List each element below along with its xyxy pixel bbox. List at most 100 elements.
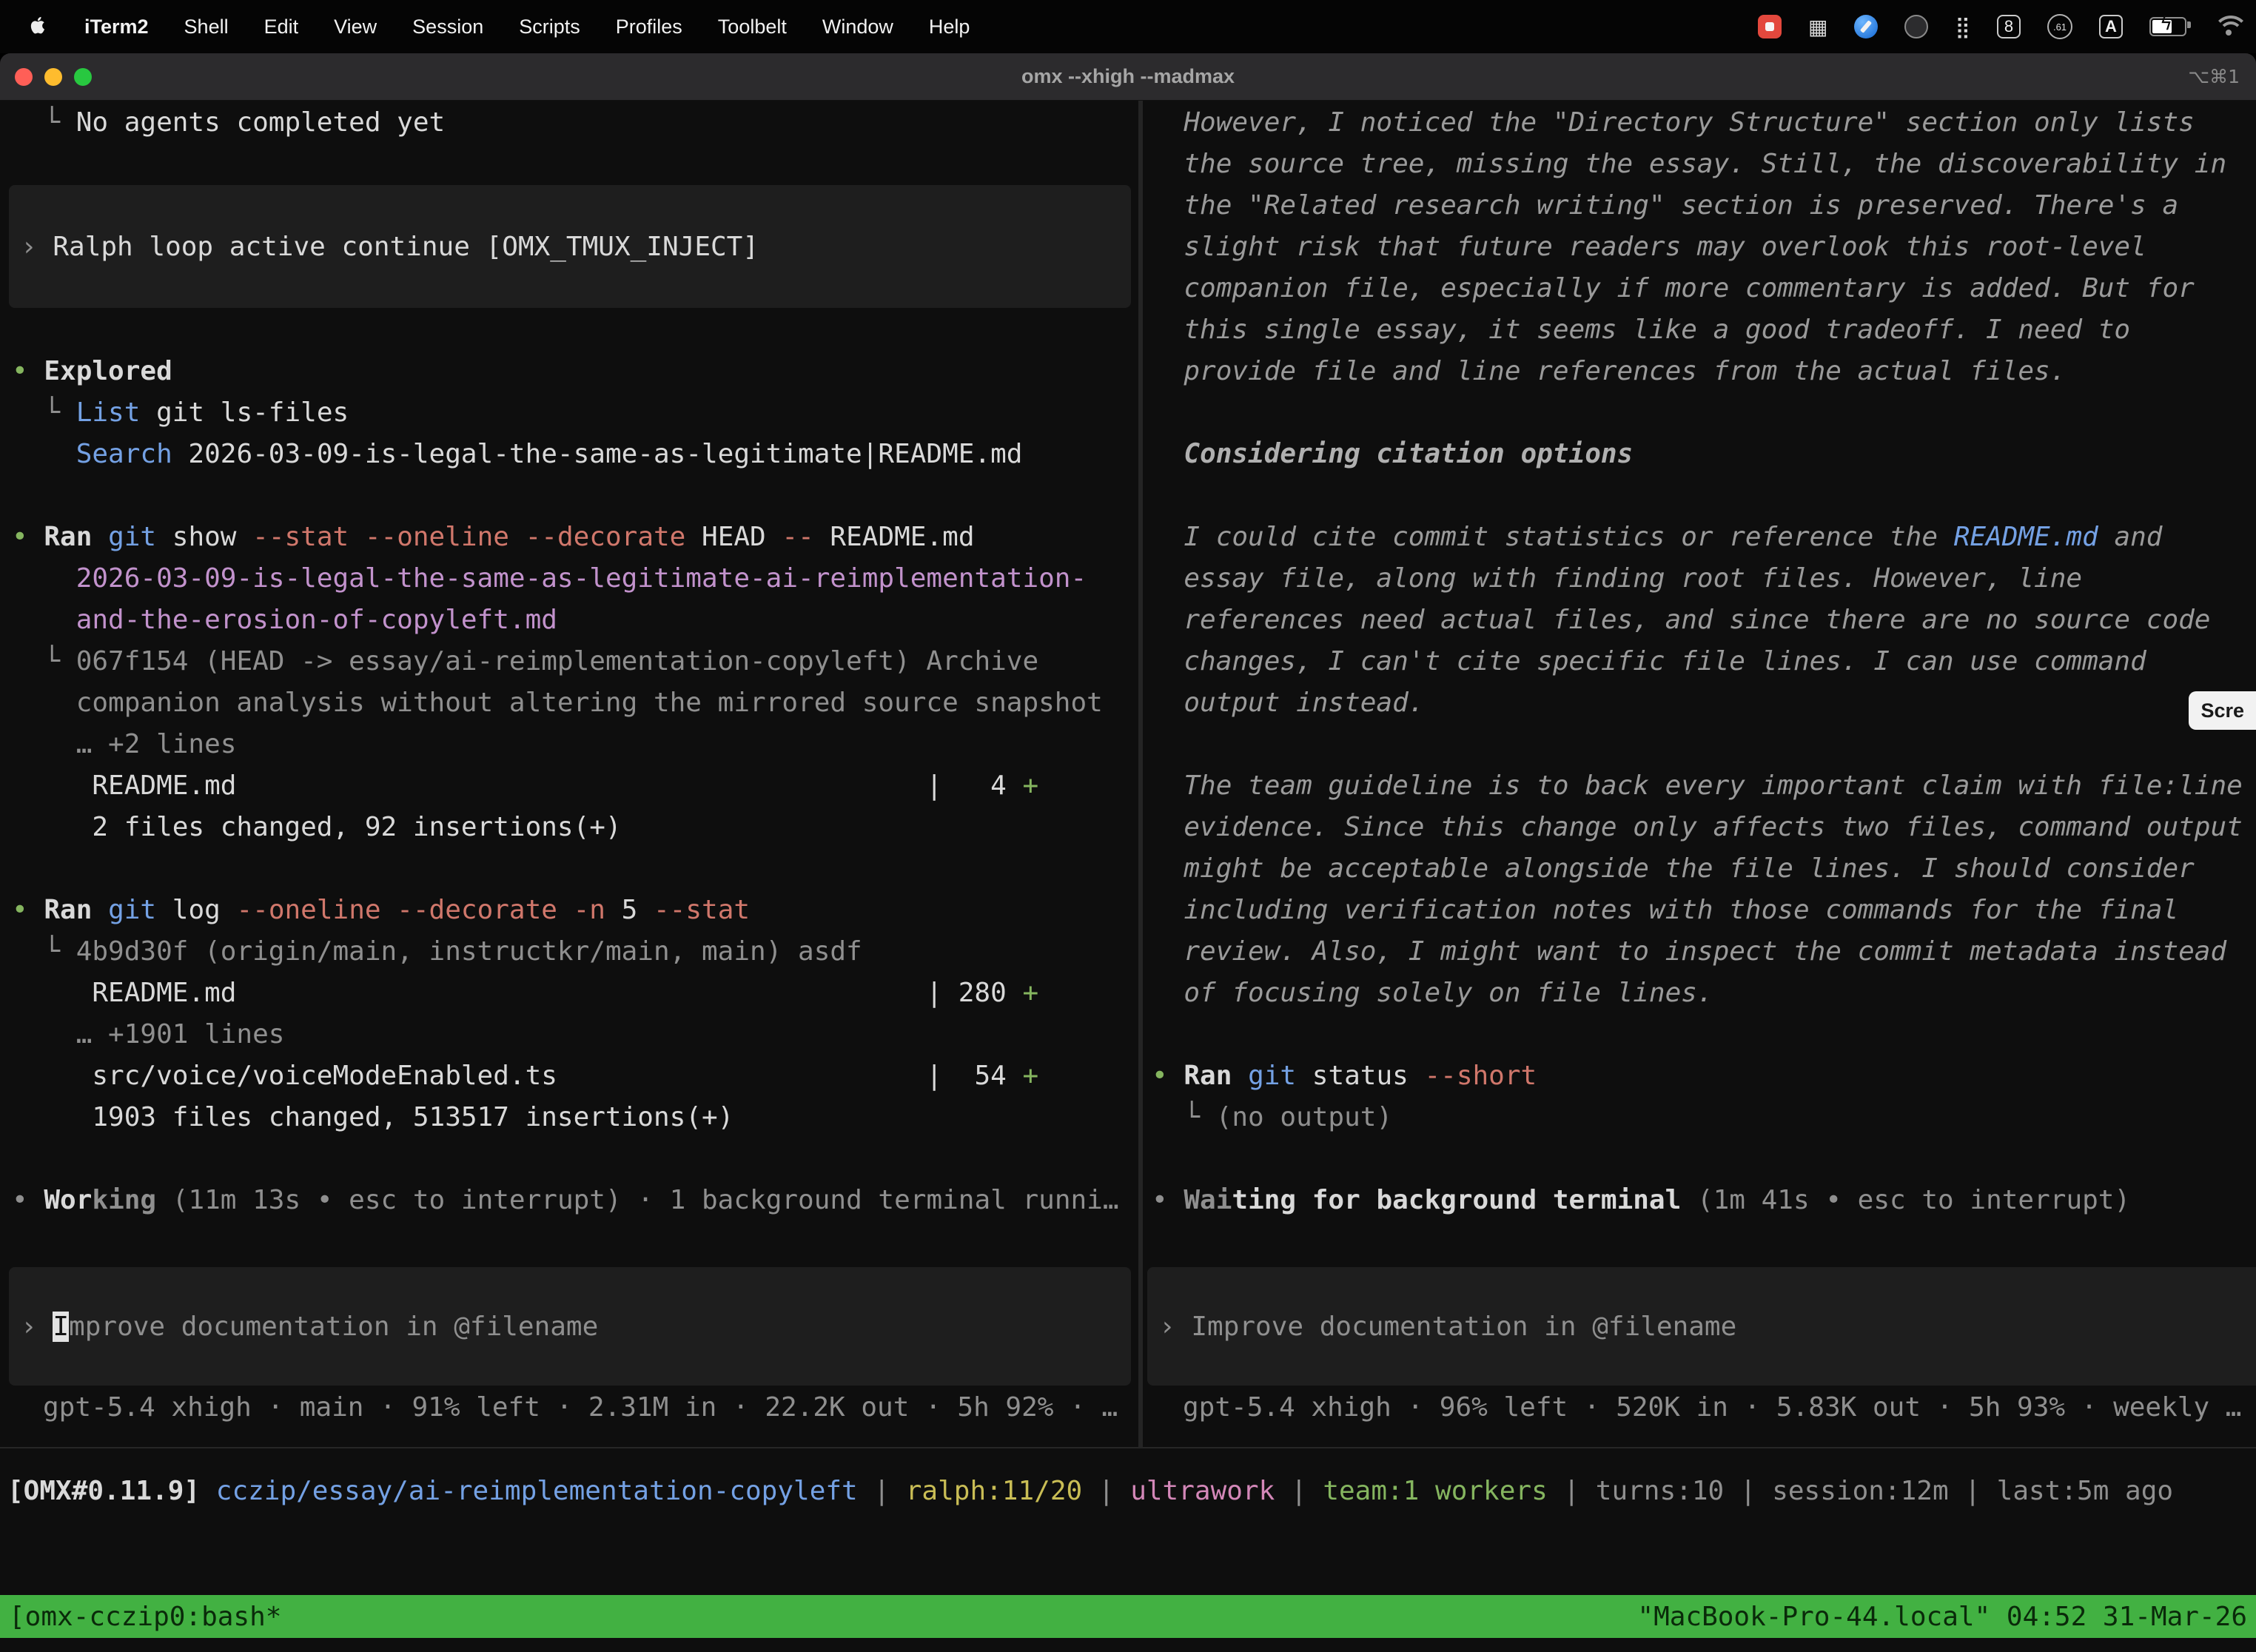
menu-item-window[interactable]: Window [805,16,911,38]
app-circle-icon[interactable] [1904,15,1928,38]
terminal-line: the "Related research writing" section i… [1152,185,2256,226]
charging-bolt-icon: ϟ [2160,13,2172,35]
tmux-status-bar: [omx-cczip0:bash* "MacBook-Pro-44.local"… [0,1595,2256,1638]
terminal-line: … +1901 lines [12,1014,1138,1055]
terminal-line: src/voice/voiceModeEnabled.ts | 54 + [12,1055,1138,1097]
terminal-line: might be acceptable alongside the file l… [1152,848,2256,890]
dots-grid-icon[interactable]: ⣿ [1955,15,1970,39]
omx-status-bar: [OMX#0.11.9] cczip/essay/ai-reimplementa… [0,1471,2256,1512]
model-status-right: gpt-5.4 xhigh · 96% left · 520K in · 5.8… [1183,1387,2256,1428]
menu-item-profiles[interactable]: Profiles [598,16,700,38]
terminal-line: └ No agents completed yet [12,102,1138,144]
right-pane-lines: However, I noticed the "Directory Struct… [1143,101,2256,1221]
ralph-inject-text: › Ralph loop active continue [OMX_TMUX_I… [21,232,759,262]
terminal-line: Search 2026-03-09-is-legal-the-same-as-l… [12,434,1138,475]
terminal-line: • Ran git status --short [1152,1055,2256,1097]
menu-item-scripts[interactable]: Scripts [501,16,598,38]
terminal-line [1152,724,2256,765]
terminal-line: evidence. Since this change only affects… [1152,807,2256,848]
window-title-bar[interactable]: omx --xhigh --madmax ⌥⌘1 [0,53,2256,101]
prompt-input-left-text: › Improve documentation in @filename [21,1312,598,1342]
menu-item-help[interactable]: Help [911,16,988,38]
terminal-line: of focusing solely on file lines. [1152,973,2256,1014]
terminal-line [12,475,1138,517]
menu-item-iterm2[interactable]: iTerm2 [67,16,167,38]
window-shortcut-badge: ⌥⌘1 [2188,53,2240,100]
wifi-icon[interactable] [2213,16,2243,38]
terminal-line: └ (no output) [1152,1097,2256,1138]
terminal-line: I could cite commit statistics or refere… [1152,517,2256,558]
terminal-line: and-the-erosion-of-copyleft.md [12,600,1138,641]
terminal-line: slight risk that future readers may over… [1152,226,2256,268]
terminal-line: 2 files changed, 92 insertions(+) [12,807,1138,848]
prompt-input-right-text: › Improve documentation in @filename [1159,1312,1736,1342]
prompt-input-left[interactable]: › Improve documentation in @filename [9,1267,1131,1386]
terminal-line: The team guideline is to back every impo… [1152,765,2256,807]
terminal-line: provide file and line references from th… [1152,351,2256,392]
ralph-inject-banner: › Ralph loop active continue [OMX_TMUX_I… [9,185,1131,308]
terminal-line: 2026-03-09-is-legal-the-same-as-legitima… [12,558,1138,600]
terminal-line: review. Also, I might want to inspect th… [1152,931,2256,973]
grid-icon[interactable]: ▦ [1808,15,1827,39]
recording-indicator-icon[interactable] [1758,15,1782,38]
macos-menu-bar: iTerm2 ShellEditViewSessionScriptsProfil… [0,0,2256,53]
terminal-line: companion file, especially if more comme… [1152,268,2256,309]
menu-item-edit[interactable]: Edit [246,16,317,38]
menu-item-shell[interactable]: Shell [167,16,246,38]
menu-item-view[interactable]: View [316,16,395,38]
screen-share-button[interactable]: Scre [2189,691,2256,730]
menu-item-session[interactable]: Session [395,16,501,38]
compass-icon[interactable] [1854,15,1878,38]
menu-bar-left: iTerm2 ShellEditViewSessionScriptsProfil… [0,0,987,53]
battery-icon[interactable]: ϟ [2149,17,2186,36]
terminal-line: this single essay, it seems like a good … [1152,309,2256,351]
terminal-line: essay file, along with finding root file… [1152,558,2256,600]
keycap-icon[interactable]: 8 [1997,15,2021,38]
terminal-line: the source tree, missing the essay. Stil… [1152,144,2256,185]
tmux-session-window: [omx-cczip0:bash* [9,1602,281,1632]
terminal-line [12,309,1138,351]
terminal-line: • Waiting for background terminal (1m 41… [1152,1180,2256,1221]
terminal-line: • Working (11m 13s • esc to interrupt) ·… [12,1180,1138,1221]
terminal-line: including verification notes with those … [1152,890,2256,931]
terminal-line: 1903 files changed, 513517 insertions(+) [12,1097,1138,1138]
terminal-line: references need actual files, and since … [1152,600,2256,641]
terminal-line: • Ran git show --stat --oneline --decora… [12,517,1138,558]
apple-logo-icon [28,15,49,39]
terminal-line: └ 067f154 (HEAD -> essay/ai-reimplementa… [12,641,1138,682]
terminal-line: • Explored [12,351,1138,392]
gauge-icon[interactable]: .61 [2047,14,2072,39]
terminal-line [1152,1014,2256,1055]
apple-menu[interactable] [0,15,67,39]
terminal-line [12,144,1138,185]
model-status-left: gpt-5.4 xhigh · main · 91% left · 2.31M … [43,1387,1118,1428]
terminal-line: companion analysis without altering the … [12,682,1138,724]
terminal-line [1152,1138,2256,1180]
terminal-line: changes, I can't cite specific file line… [1152,641,2256,682]
terminal-pane-right[interactable]: However, I noticed the "Directory Struct… [1143,101,2256,1447]
menu-item-toolbelt[interactable]: Toolbelt [700,16,805,38]
menu-items: ShellEditViewSessionScriptsProfilesToolb… [167,0,988,53]
prompt-input-right[interactable]: › Improve documentation in @filename [1147,1267,2256,1386]
status-separator [0,1447,2256,1448]
terminal-line [12,848,1138,890]
window-title: omx --xhigh --madmax [0,53,2256,100]
tmux-host-clock: "MacBook-Pro-44.local" 04:52 31-Mar-26 [1637,1602,2247,1632]
terminal-line: output instead. [1152,682,2256,724]
terminal-line: However, I noticed the "Directory Struct… [1152,102,2256,144]
terminal-line: Considering citation options [1152,434,2256,475]
terminal-line [1152,392,2256,434]
terminal-line: README.md | 4 + [12,765,1138,807]
terminal-line: README.md | 280 + [12,973,1138,1014]
menu-bar-status-icons: ▦ ⣿ 8 .61 A ϟ [1758,0,2256,53]
terminal-pane-left[interactable]: └ No agents completed yet • Explored └ Li… [0,101,1138,1447]
iterm2-window: omx --xhigh --madmax ⌥⌘1 └ No agents com… [0,53,2256,1652]
terminal-content: └ No agents completed yet • Explored └ Li… [0,101,2256,1652]
terminal-line: └ List git ls-files [12,392,1138,434]
input-source-icon[interactable]: A [2099,15,2123,38]
terminal-line [1152,475,2256,517]
terminal-line: • Ran git log --oneline --decorate -n 5 … [12,890,1138,931]
terminal-line: └ 4b9d30f (origin/main, instructkr/main,… [12,931,1138,973]
terminal-line [12,1138,1138,1180]
terminal-line: … +2 lines [12,724,1138,765]
